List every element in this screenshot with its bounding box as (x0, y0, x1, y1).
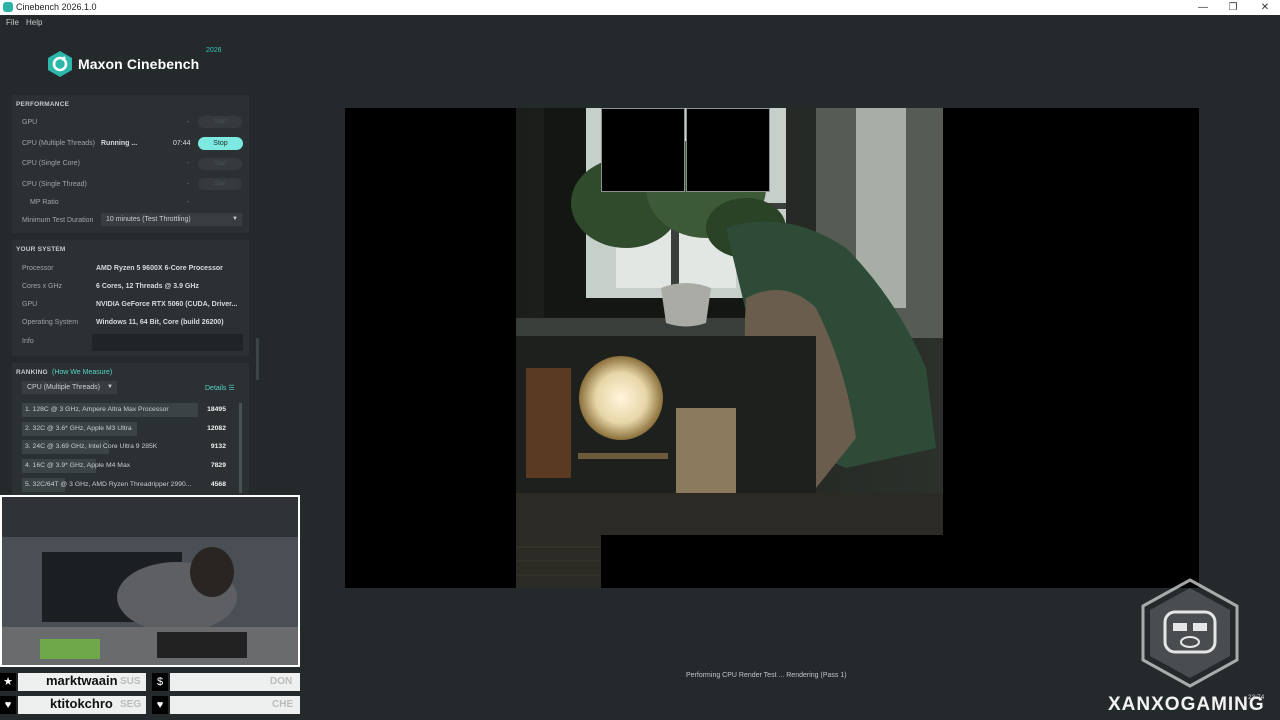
window-title: Cinebench 2026.1.0 (16, 2, 97, 12)
test-time-cpu-single-thread: - (187, 181, 190, 188)
system-label-info: Info (22, 338, 34, 345)
ranking-row-name: 2. 32C @ 3.6* GHz, Apple M3 Ultra (25, 425, 132, 432)
maximize-button[interactable]: ❐ (1218, 0, 1248, 15)
filter-lines-icon: ☰ (228, 385, 235, 392)
min-duration-select[interactable]: 10 minutes (Test Throttling) ▼ (101, 213, 242, 226)
ranking-row-score: 7829 (210, 462, 226, 469)
heart-icon: ♥ (152, 696, 168, 714)
ranking-row-score: 18495 (207, 406, 226, 413)
ranking-filter-value: CPU (Multiple Threads) (27, 384, 101, 391)
system-label-cores: Cores x GHz (22, 283, 63, 290)
brand-version: 2026 (206, 47, 222, 54)
ranking-row-score: 4568 (210, 481, 226, 488)
system-title: YOUR SYSTEM (16, 246, 66, 253)
ranking-row[interactable]: 1. 128C @ 3 GHz, Ampere Altra Max Proces… (22, 403, 230, 417)
chevron-down-icon: ▼ (232, 216, 238, 222)
test-status-cpu-multi: Running ... (101, 140, 138, 147)
ranking-row[interactable]: 3. 24C @ 3.69 GHz, Intel Core Ultra 9 28… (22, 440, 230, 454)
menu-help[interactable]: Help (26, 18, 42, 27)
ranking-row[interactable]: 2. 32C @ 3.6* GHz, Apple M3 Ultra 12082 (22, 422, 230, 436)
system-label-gpu: GPU (22, 301, 38, 308)
render-bucket (601, 108, 685, 192)
webcam-overlay (0, 495, 300, 667)
ranking-row[interactable]: 5. 32C/64T @ 3 GHz, AMD Ryzen Threadripp… (22, 478, 230, 492)
ranking-row-score: 12082 (207, 425, 226, 432)
render-bucket (686, 108, 770, 192)
details-label: Details (205, 385, 227, 392)
test-time-cpu-single-core: - (187, 160, 190, 167)
render-status-text: Performing CPU Render Test ... Rendering… (686, 672, 847, 679)
dollar-icon: $ (152, 673, 168, 691)
taskbar-clock: 23:74 (1248, 694, 1265, 701)
sidebar-scrollbar[interactable] (256, 338, 259, 380)
title-bar: Cinebench 2026.1.0 — ❐ ✕ (0, 0, 1280, 15)
ranking-row-name: 5. 32C/64T @ 3 GHz, AMD Ryzen Threadripp… (25, 481, 192, 488)
menu-bar: File Help (0, 15, 1280, 29)
ranking-row-name: 3. 24C @ 3.69 GHz, Intel Core Ultra 9 28… (25, 443, 158, 450)
test-time-gpu: - (187, 119, 190, 126)
rendered-floor-strip (516, 535, 601, 588)
test-label-cpu-single-thread: CPU (Single Thread) (22, 181, 87, 188)
webcam-image (2, 497, 298, 665)
ranking-row-score: 9132 (210, 443, 226, 450)
details-button[interactable]: Details ☰ (205, 384, 235, 392)
start-gpu-button[interactable]: Start (198, 116, 242, 128)
min-duration-label: Minimum Test Duration (22, 217, 94, 224)
test-time-cpu-multi: 07:44 (173, 140, 191, 147)
chat-entry-tag: CHE (272, 699, 294, 710)
minimize-button[interactable]: — (1188, 0, 1218, 15)
start-cpu-single-core-button[interactable]: Start (198, 158, 242, 170)
performance-title: PERFORMANCE (16, 101, 70, 108)
maxon-logo-icon (48, 51, 72, 77)
system-info-field (92, 334, 243, 351)
cinebench-app-icon (3, 2, 13, 12)
system-value-processor: AMD Ryzen 5 9600X 6-Core Processor (96, 265, 223, 272)
channel-watermark: XANXOGAMING (1108, 694, 1265, 715)
start-cpu-single-thread-button[interactable]: Start (198, 178, 242, 190)
menu-file[interactable]: File (6, 18, 19, 27)
test-label-cpu-multi: CPU (Multiple Threads) (22, 140, 96, 147)
star-icon: ★ (0, 673, 16, 691)
ranking-scrollbar[interactable] (239, 403, 242, 493)
mp-ratio-label: MP Ratio (30, 199, 59, 206)
brand-name: Maxon Cinebench (78, 56, 200, 72)
system-value-gpu: NVIDIA GeForce RTX 5060 (CUDA, Driver... (96, 301, 238, 308)
system-label-os: Operating System (22, 319, 79, 326)
ranking-row-name: 1. 128C @ 3 GHz, Ampere Altra Max Proces… (25, 406, 169, 413)
stop-cpu-multi-button[interactable]: Stop (198, 137, 243, 150)
how-we-measure-link[interactable]: (How We Measure) (52, 369, 112, 376)
close-button[interactable]: ✕ (1250, 0, 1280, 15)
system-value-cores: 6 Cores, 12 Threads @ 3.9 GHz (96, 283, 199, 290)
ranking-row[interactable]: 4. 16C @ 3.9* GHz, Apple M4 Max 7829 (22, 459, 230, 473)
ranking-row-name: 4. 16C @ 3.9* GHz, Apple M4 Max (25, 462, 131, 469)
test-label-gpu: GPU (22, 119, 38, 126)
system-label-processor: Processor (22, 265, 54, 272)
chat-entry-tag: SEG (120, 699, 142, 710)
test-label-cpu-single-core: CPU (Single Core) (22, 160, 80, 167)
chat-entry-tag: SUS (120, 676, 141, 687)
heart-icon: ♥ (0, 696, 16, 714)
chevron-down-icon: ▼ (107, 384, 113, 390)
channel-badge-icon (1141, 578, 1239, 688)
chat-entry-tag: DON (270, 676, 293, 687)
system-value-os: Windows 11, 64 Bit, Core (build 26200) (96, 319, 224, 326)
ranking-title: RANKING (16, 369, 48, 376)
ranking-filter-select[interactable]: CPU (Multiple Threads) ▼ (22, 381, 117, 394)
mp-ratio-value: - (187, 199, 190, 206)
min-duration-value: 10 minutes (Test Throttling) (106, 216, 191, 223)
